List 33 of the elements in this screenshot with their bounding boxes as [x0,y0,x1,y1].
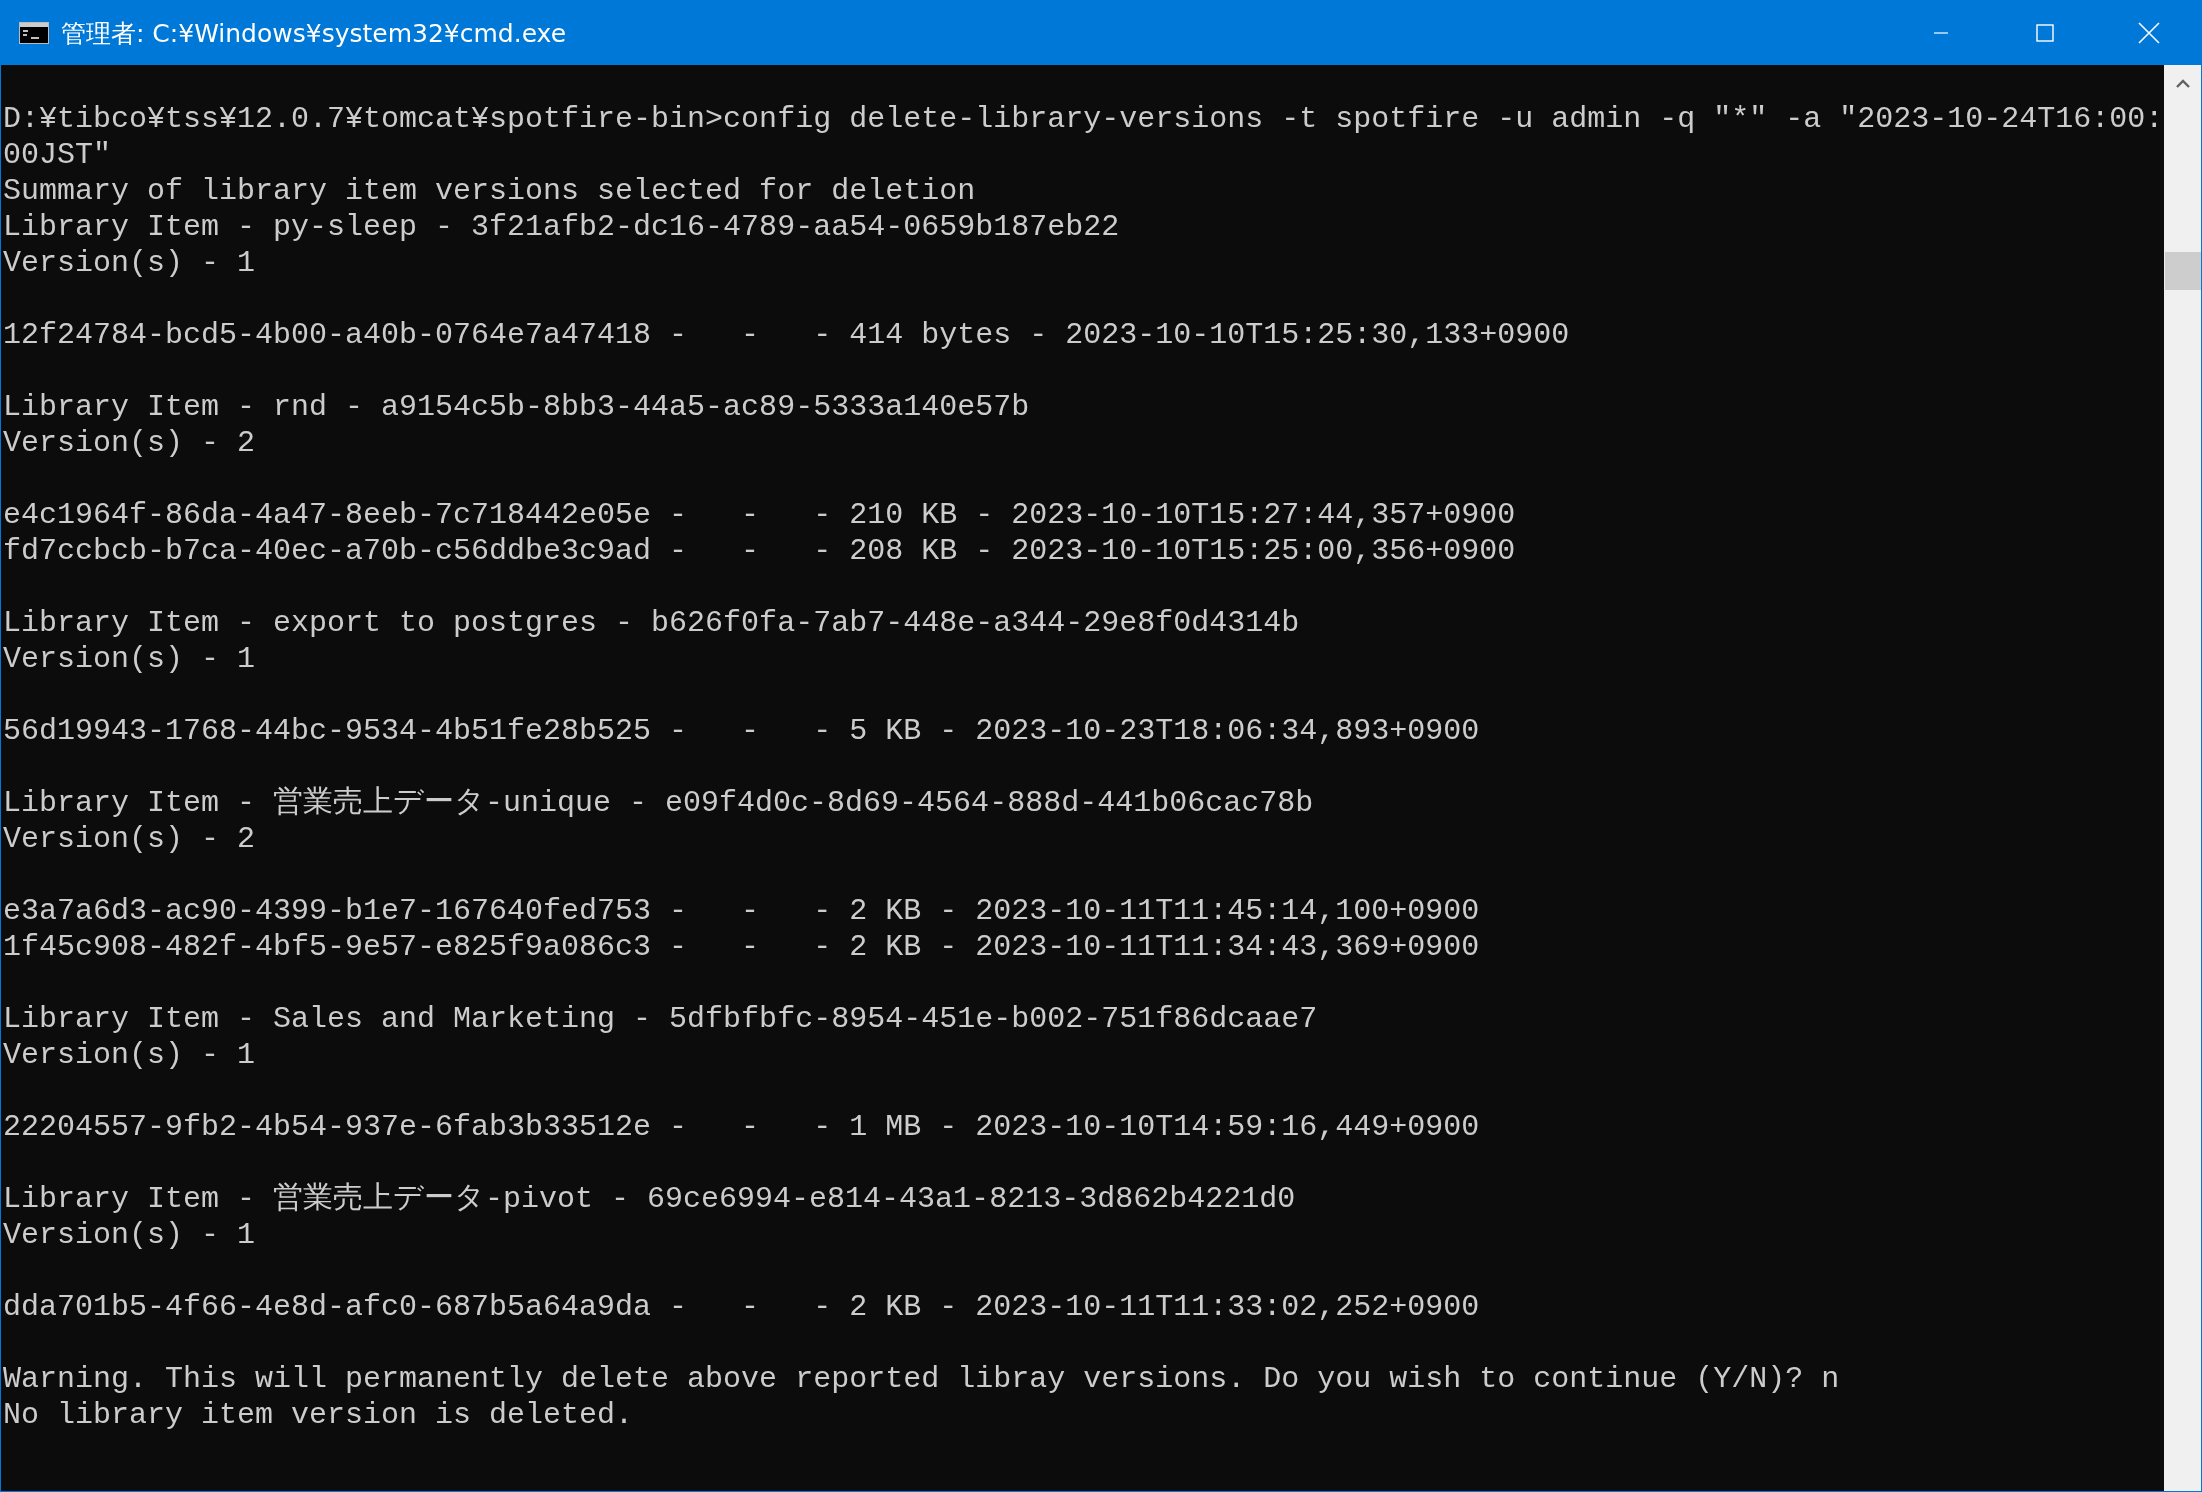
scrollbar[interactable] [2164,65,2201,1491]
console-line: No library item version is deleted. [3,1398,634,1432]
maximize-icon [2036,24,2054,42]
console-line: Summary of library item versions selected for deletion [3,174,976,208]
console-line: Version(s) - 1 [3,1218,256,1252]
console-line: Version(s) - 2 [3,426,256,460]
console-line: Warning. This will permanently delete above reported libray versions. Do you wish to continue (Y/N)? n [3,1362,1840,1396]
console-line: Library Item - Sales and Marketing - 5dfbfbfc-8954-451e-b002-751f86dcaae7 [3,1002,1318,1036]
console-line: Version(s) - 1 [3,246,256,280]
console-line: 1f45c908-482f-4bf5-9e57-e825f9a086c3 - - - 2 KB - 2023-10-11T11:34:43,369+0900 [3,930,1480,964]
console-line: dda701b5-4f66-4e8d-afc0-687b5a64a9da - - - 2 KB - 2023-10-11T11:33:02,252+0900 [3,1290,1480,1324]
console-line: fd7ccbcb-b7ca-40ec-a70b-c56ddbe3c9ad - - - 208 KB - 2023-10-10T15:25:00,356+0900 [3,534,1516,568]
console-line: 22204557-9fb2-4b54-937e-6fab3b33512e - - - 1 MB - 2023-10-10T14:59:16,449+0900 [3,1110,1480,1144]
console-line: 12f24784-bcd5-4b00-a40b-0764e7a47418 - - - 414 bytes - 2023-10-10T15:25:30,133+0900 [3,318,1570,352]
console-line: Library Item - 営業売上データ-unique - e09f4d0c-8d69-4564-888d-441b06cac78b [3,786,1314,820]
scroll-thumb[interactable] [2164,252,2201,290]
console-line: Library Item - 営業売上データ-pivot - 69ce6994-e814-43a1-8213-3d862b4221d0 [3,1182,1296,1216]
console-line: e3a7a6d3-ac90-4399-b1e7-167640fed753 - - - 2 KB - 2023-10-11T11:45:14,100+0900 [3,894,1480,928]
console-line: e4c1964f-86da-4a47-8eeb-7c718442e05e - - - 210 KB - 2023-10-10T15:27:44,357+0900 [3,498,1516,532]
console-line: D:¥tibco¥tss¥12.0.7¥tomcat¥spotfire-bin>config delete-library-versions -t spotfire -u admin -q ″*″ -a ″2023-10-24T16:00: [3,102,2164,136]
close-icon [2138,22,2160,44]
console-line: Version(s) - 1 [3,1038,256,1072]
console-line: Library Item - export to postgres - b626f0fa-7ab7-448e-a344-29e8f0d4314b [3,606,1300,640]
scroll-up-icon[interactable] [2175,79,2190,88]
terminal-icon [19,22,49,44]
window-title: 管理者: C:¥Windows¥system32¥cmd.exe [61,17,567,50]
console-line: Library Item - rnd - a9154c5b-8bb3-44a5-ac89-5333a140e57b [3,390,1030,424]
console-line: Version(s) - 1 [3,642,256,676]
console-line: 56d19943-1768-44bc-9534-4b51fe28b525 - - - 5 KB - 2023-10-23T18:06:34,893+0900 [3,714,1480,748]
console-line: Library Item - py-sleep - 3f21afb2-dc16-4789-aa54-0659b187eb22 [3,210,1120,244]
console-line: Version(s) - 2 [3,822,256,856]
minimize-icon [1933,32,1949,34]
console-line: 00JST″ [3,138,112,172]
